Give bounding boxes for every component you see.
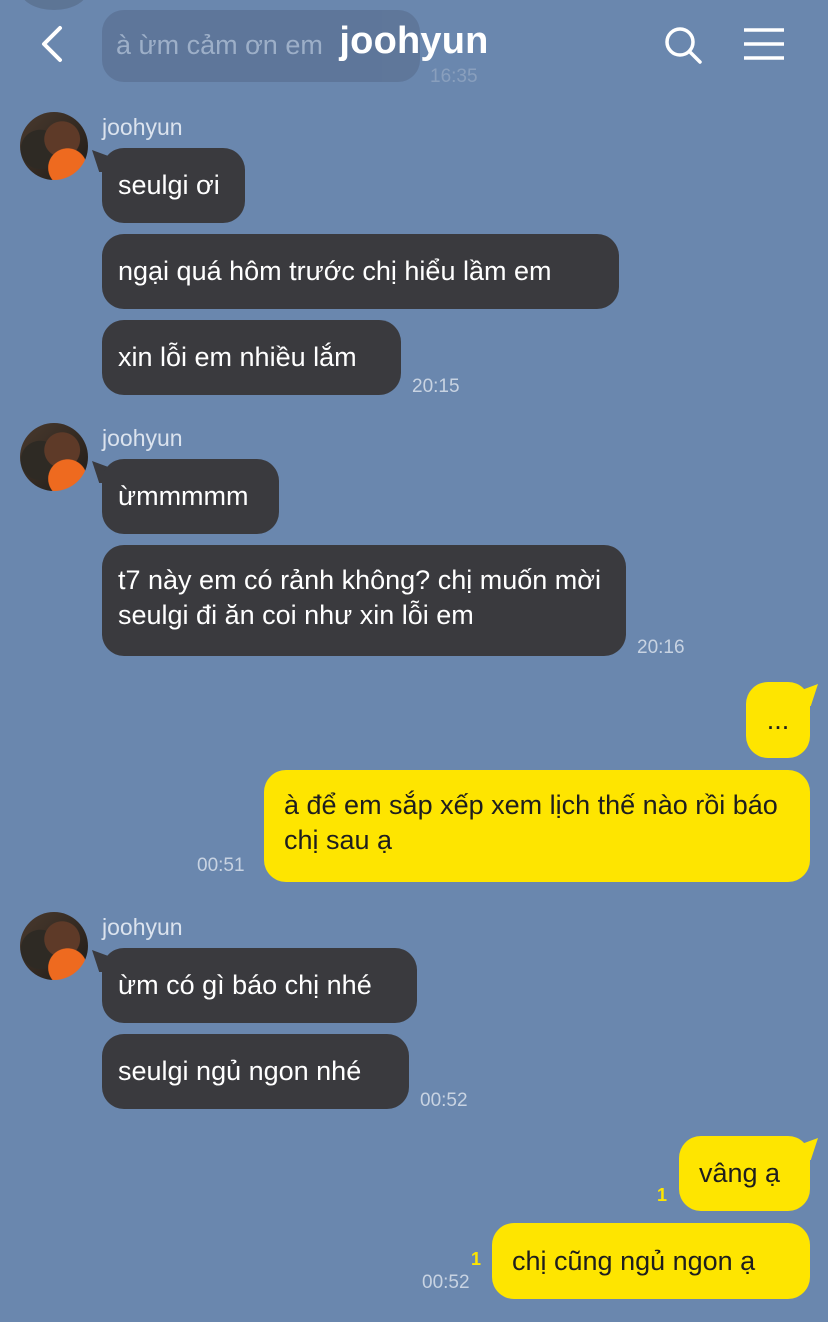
message-time: 00:51: [197, 855, 245, 876]
chat-header: joohyun: [0, 0, 828, 90]
message-bubble[interactable]: xin lỗi em nhiều lắm: [102, 320, 401, 395]
message-bubble[interactable]: ừm có gì báo chị nhé: [102, 948, 417, 1023]
message-time: 20:16: [637, 637, 685, 658]
contact-avatar[interactable]: [20, 912, 88, 980]
unread-count: 1: [657, 1185, 668, 1205]
sender-name: joohyun: [102, 114, 183, 140]
search-icon: [665, 27, 702, 64]
message-bubble[interactable]: ...: [746, 682, 810, 758]
contact-avatar[interactable]: [20, 112, 88, 180]
sender-name: joohyun: [102, 914, 183, 940]
unread-count: 1: [471, 1249, 482, 1269]
message-bubble[interactable]: chị cũng ngủ ngon ạ: [492, 1223, 810, 1299]
message-time: 00:52: [420, 1090, 468, 1111]
message-time: 00:52: [422, 1272, 470, 1293]
message-bubble[interactable]: seulgi ơi: [102, 148, 245, 223]
message-bubble[interactable]: ừmmmmm: [102, 459, 279, 534]
sender-name: joohyun: [102, 425, 183, 451]
message-bubble[interactable]: t7 này em có rảnh không? chị muốn mời se…: [102, 545, 626, 656]
message-time: 20:15: [412, 376, 460, 397]
menu-button[interactable]: [742, 26, 786, 62]
message-bubble[interactable]: à để em sắp xếp xem lịch thế nào rồi báo…: [264, 770, 810, 882]
contact-avatar[interactable]: [20, 423, 88, 491]
message-bubble[interactable]: vâng ạ: [679, 1136, 810, 1211]
search-button[interactable]: [662, 24, 704, 66]
message-bubble[interactable]: seulgi ngủ ngon nhé: [102, 1034, 409, 1109]
message-bubble[interactable]: ngại quá hôm trước chị hiểu lầm em: [102, 234, 619, 309]
hamburger-menu-icon: [744, 28, 784, 60]
